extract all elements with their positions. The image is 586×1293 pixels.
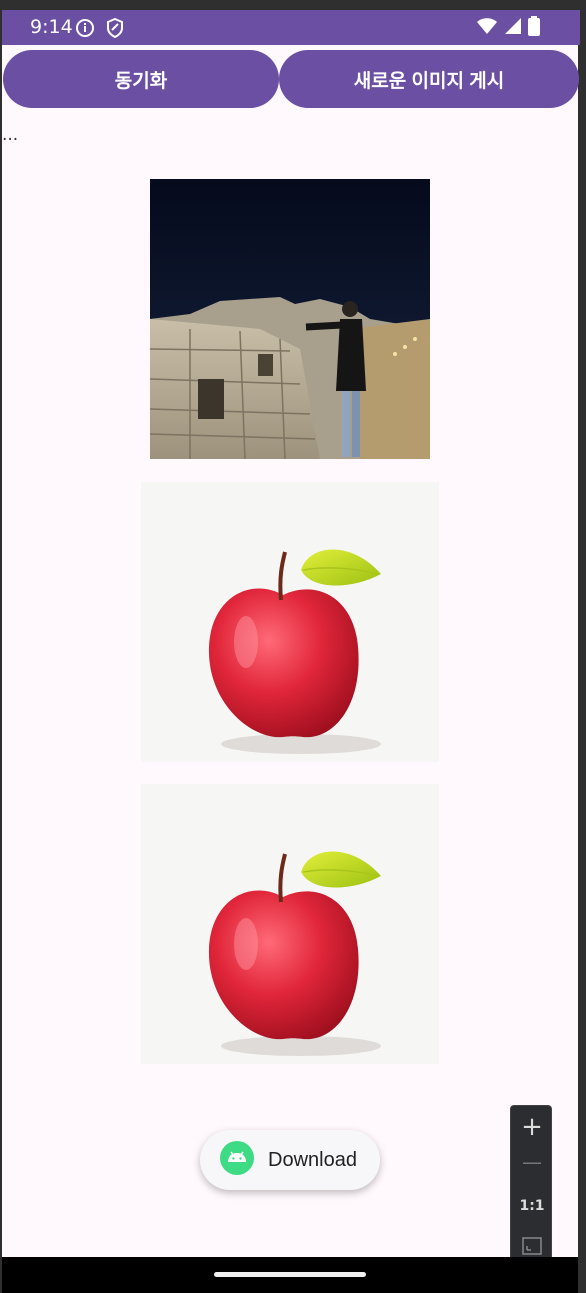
loading-text: ... (2, 125, 19, 145)
device-frame: 9:14 동기화 새로운 이미지 게시 ... Download + — 1:1 (0, 0, 586, 1293)
battery-icon (528, 16, 540, 40)
navigation-bar (2, 1257, 578, 1293)
download-toast: Download (200, 1130, 380, 1190)
info-icon (75, 18, 95, 42)
toast-label: Download (268, 1148, 357, 1171)
app-screen: 동기화 새로운 이미지 게시 ... Download (2, 45, 579, 1257)
apple-photo[interactable] (141, 784, 439, 1064)
fit-screen-icon[interactable] (511, 1236, 553, 1256)
zoom-in-button[interactable]: + (511, 1112, 553, 1142)
post-new-image-button[interactable]: 새로운 이미지 게시 (279, 50, 579, 108)
shield-icon (106, 17, 124, 42)
signal-icon (504, 17, 522, 39)
zoom-controls: + — 1:1 (510, 1105, 552, 1267)
status-time: 9:14 (30, 16, 73, 38)
android-icon (220, 1141, 254, 1179)
status-bar: 9:14 (2, 10, 580, 45)
zoom-reset-button[interactable]: 1:1 (511, 1198, 553, 1214)
home-gesture-handle[interactable] (214, 1272, 366, 1277)
fortress-photo[interactable] (150, 179, 430, 459)
sync-button[interactable]: 동기화 (3, 50, 279, 108)
zoom-out-button[interactable]: — (511, 1150, 553, 1174)
apple-photo[interactable] (141, 482, 439, 762)
wifi-icon (476, 17, 498, 39)
